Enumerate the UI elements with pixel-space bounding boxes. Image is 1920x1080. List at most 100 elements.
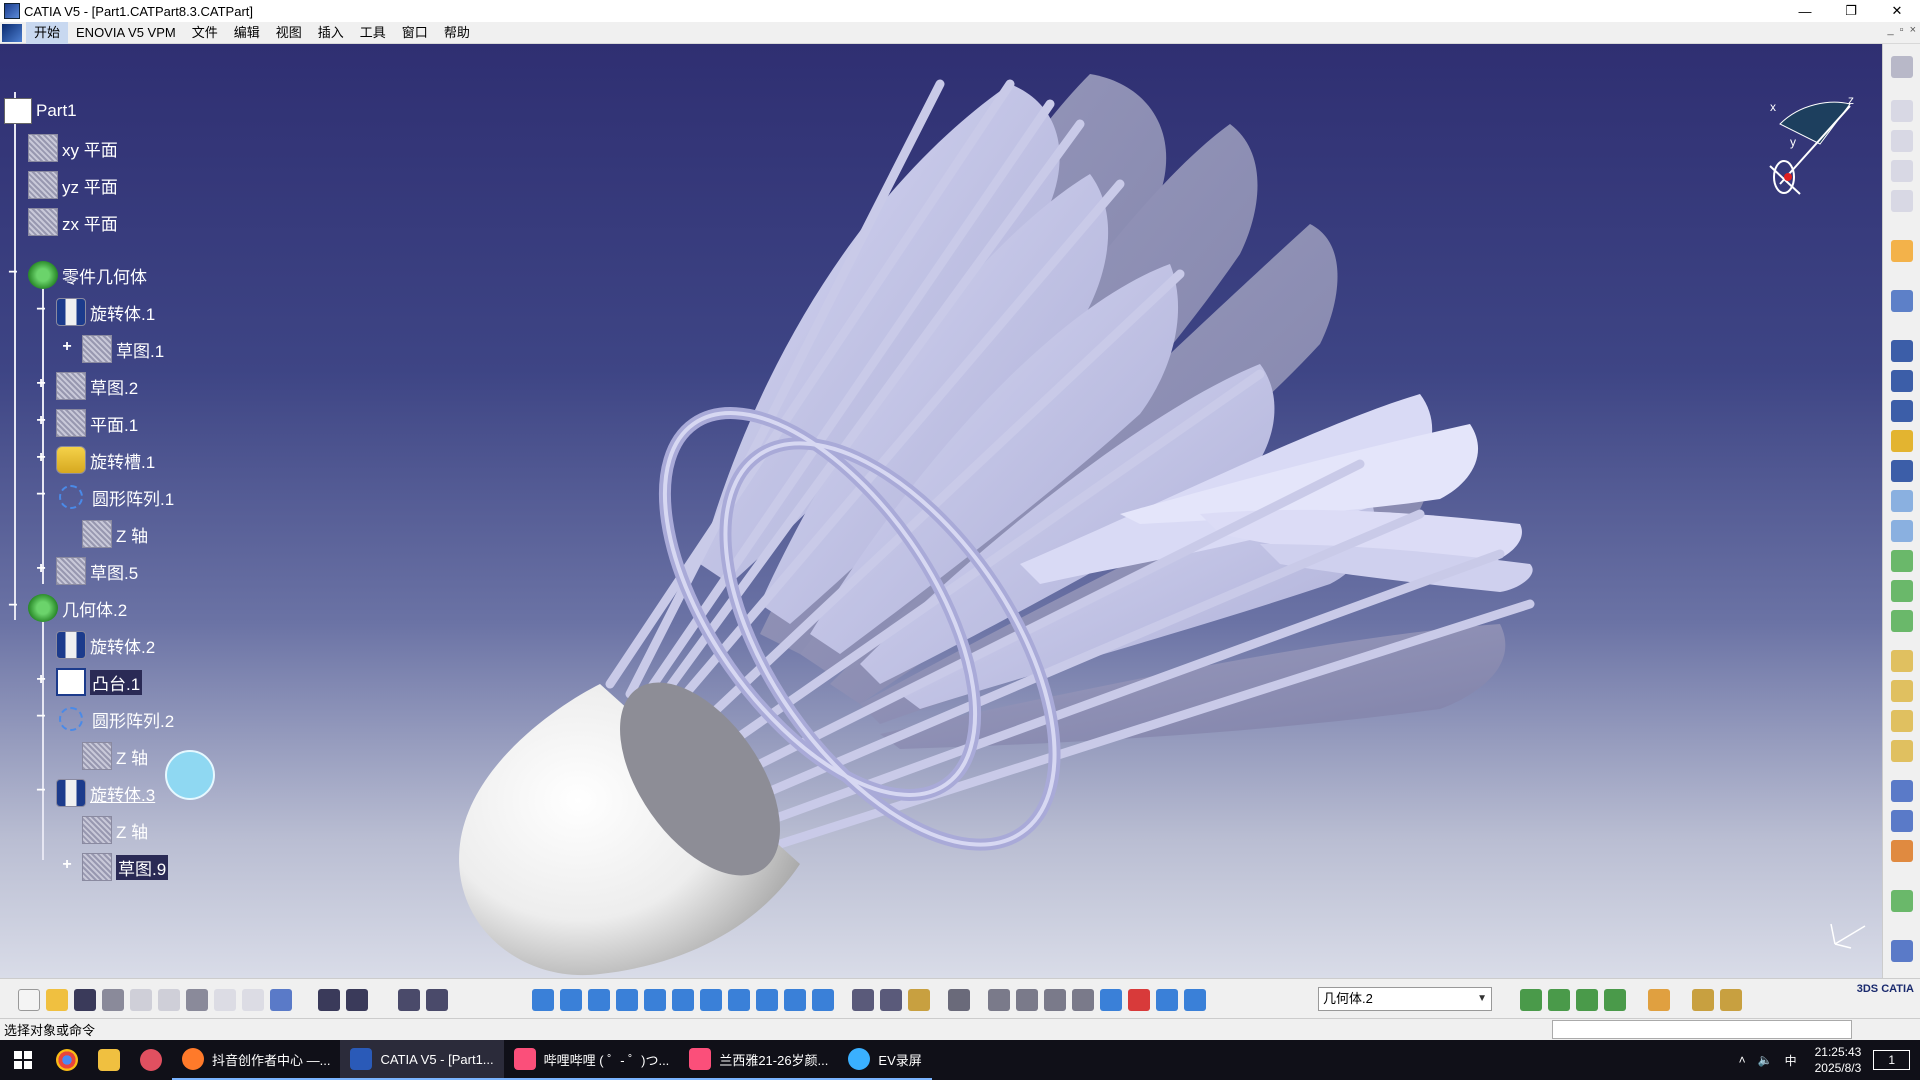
expand-icon[interactable]: +	[60, 857, 74, 873]
analysis-icon[interactable]	[1604, 989, 1626, 1011]
zoom-out-icon[interactable]	[644, 989, 666, 1011]
taskbar-chrome[interactable]	[46, 1040, 88, 1080]
current-body-select[interactable]: 几何体.2 ▼	[1318, 987, 1492, 1011]
taskbar-app-bilibili[interactable]: 哔哩哔哩 ( ゜- ゜)つ...	[503, 1040, 680, 1080]
swap-visible-icon[interactable]	[812, 989, 834, 1011]
collapse-icon[interactable]: −	[34, 302, 48, 318]
select-arrow-icon[interactable]	[1891, 240, 1913, 262]
fillet-icon[interactable]	[1891, 610, 1913, 632]
shading-icon[interactable]	[756, 989, 778, 1011]
collapse-icon[interactable]: −	[34, 709, 48, 725]
ime-indicator[interactable]: 中	[1779, 1052, 1803, 1069]
compass-widget[interactable]: x y z	[1740, 74, 1870, 204]
save-icon[interactable]	[74, 989, 96, 1011]
menu-help[interactable]: 帮助	[436, 22, 478, 44]
copy-icon[interactable]	[158, 989, 180, 1011]
feature-reorder-icon[interactable]	[1692, 989, 1714, 1011]
hole-icon[interactable]	[1891, 460, 1913, 482]
shell-icon[interactable]	[1891, 710, 1913, 732]
redo-icon[interactable]	[242, 989, 264, 1011]
tree-node-shaft-2[interactable]: 旋转体.2	[56, 630, 155, 660]
undo-icon[interactable]	[214, 989, 236, 1011]
tree-node-sketch-9[interactable]: 草图.9	[82, 852, 169, 882]
multi-section-solid-icon[interactable]	[1891, 550, 1913, 572]
iso-view-icon[interactable]	[728, 989, 750, 1011]
rotate-icon[interactable]	[588, 989, 610, 1011]
menu-window[interactable]: 窗口	[394, 22, 436, 44]
tree-node-sketch-5[interactable]: 草图.5	[56, 556, 138, 586]
multi-view-icon[interactable]	[700, 989, 722, 1011]
new-file-icon[interactable]	[18, 989, 40, 1011]
table-icon[interactable]	[398, 989, 420, 1011]
document-icon[interactable]	[1891, 190, 1913, 212]
expand-icon[interactable]: +	[34, 672, 48, 688]
tree-node-circular-pattern-2[interactable]: 圆形阵列.2	[56, 704, 174, 734]
mirror-icon[interactable]	[1891, 810, 1913, 832]
start-button[interactable]	[0, 1040, 46, 1080]
list-icon[interactable]	[1156, 989, 1178, 1011]
tree-node-xy-plane[interactable]: xy 平面	[28, 133, 118, 163]
measure-item-icon[interactable]	[880, 989, 902, 1011]
surface-stack-icon[interactable]	[1720, 989, 1742, 1011]
draft-icon[interactable]	[1891, 680, 1913, 702]
menu-edit[interactable]: 编辑	[226, 22, 268, 44]
collapse-icon[interactable]: −	[34, 487, 48, 503]
tree-node-shaft-1[interactable]: 旋转体.1	[56, 297, 155, 327]
zoom-in-icon[interactable]	[616, 989, 638, 1011]
cut-icon[interactable]	[130, 989, 152, 1011]
volume-icon[interactable]: 🔈	[1752, 1053, 1779, 1067]
catalog-icon[interactable]	[1576, 989, 1598, 1011]
axis-system-icon[interactable]	[1044, 989, 1066, 1011]
chevron-up-icon[interactable]: ˄	[1733, 1053, 1752, 1067]
collapse-icon[interactable]: −	[6, 265, 20, 281]
thickness-icon[interactable]	[1891, 740, 1913, 762]
tree-node-plane-1[interactable]: 平面.1	[56, 408, 138, 438]
collapse-icon[interactable]: −	[6, 598, 20, 614]
camera-icon[interactable]	[948, 989, 970, 1011]
pan-icon[interactable]	[560, 989, 582, 1011]
menu-start[interactable]: 开始	[26, 21, 69, 44]
knowledge-icon[interactable]	[1548, 989, 1570, 1011]
expand-icon[interactable]: +	[34, 413, 48, 429]
apply-material-icon[interactable]	[908, 989, 930, 1011]
stiffener-icon[interactable]	[1891, 580, 1913, 602]
fit-all-icon[interactable]	[532, 989, 554, 1011]
work-on-support-icon[interactable]	[1100, 989, 1122, 1011]
minimize-button[interactable]: —	[1782, 0, 1828, 22]
doc-restore-icon[interactable]: ▫	[1900, 24, 1904, 36]
hide-show-icon[interactable]	[784, 989, 806, 1011]
measure-between-icon[interactable]	[852, 989, 874, 1011]
taskbar-app-bilibili-2[interactable]: 兰西雅21-26岁颜...	[679, 1040, 839, 1080]
gear-icon[interactable]	[1891, 56, 1913, 78]
snap-grid-icon[interactable]	[1072, 989, 1094, 1011]
collapse-icon[interactable]: −	[34, 783, 48, 799]
tree-node-z-axis[interactable]: Z 轴	[82, 741, 148, 771]
tree-root-part1[interactable]: Part1	[4, 96, 77, 126]
menu-insert[interactable]: 插入	[310, 22, 352, 44]
open-folder-icon[interactable]	[46, 989, 68, 1011]
tree-node-geometry-body-2[interactable]: 几何体.2	[28, 593, 127, 623]
document-icon[interactable]	[1891, 160, 1913, 182]
update-icon[interactable]	[988, 989, 1010, 1011]
graph-tree-icon[interactable]	[1520, 989, 1542, 1011]
pad-icon[interactable]	[1891, 340, 1913, 362]
document-icon[interactable]	[1891, 100, 1913, 122]
menu-enovia[interactable]: ENOVIA V5 VPM	[68, 22, 184, 44]
paste-icon[interactable]	[186, 989, 208, 1011]
tree-node-yz-plane[interactable]: yz 平面	[28, 170, 118, 200]
brush-icon[interactable]	[1648, 989, 1670, 1011]
taskbar-file-explorer[interactable]	[88, 1040, 130, 1080]
expand-icon[interactable]: +	[34, 450, 48, 466]
tree-node-circular-pattern-1[interactable]: 圆形阵列.1	[56, 482, 174, 512]
print-icon[interactable]	[102, 989, 124, 1011]
menu-file[interactable]: 文件	[184, 22, 226, 44]
tree-node-z-axis[interactable]: Z 轴	[82, 519, 148, 549]
command-input[interactable]	[1552, 1020, 1852, 1039]
expand-icon[interactable]: +	[34, 376, 48, 392]
3d-viewport[interactable]: Part1 xy 平面 yz 平面 zx 平面 − 零件几何体 − 旋转体.1 …	[0, 44, 1882, 978]
sketch-icon[interactable]	[1891, 290, 1913, 312]
menu-tools[interactable]: 工具	[352, 22, 394, 44]
normal-view-icon[interactable]	[672, 989, 694, 1011]
pocket-icon[interactable]	[1891, 370, 1913, 392]
rib-icon[interactable]	[1891, 490, 1913, 512]
